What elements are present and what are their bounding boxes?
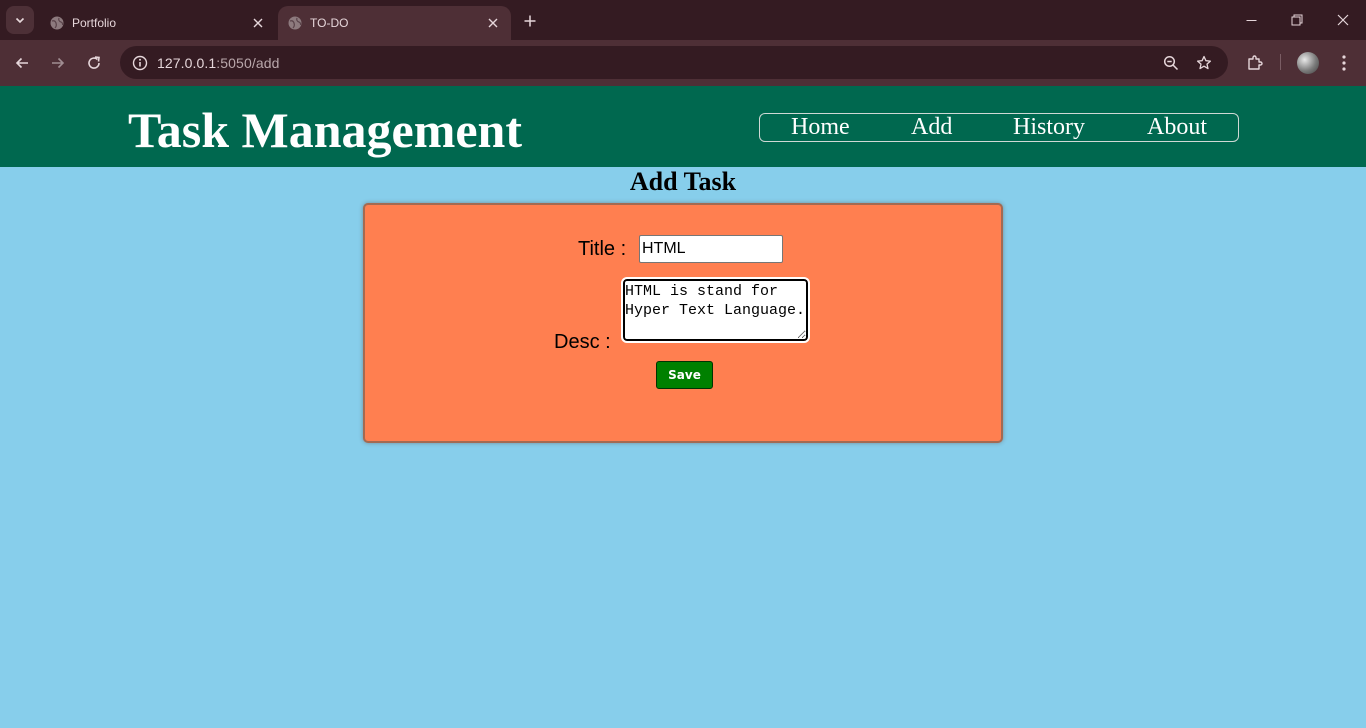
tab-list-button[interactable]	[6, 6, 34, 34]
tab-portfolio[interactable]: Portfolio	[40, 6, 276, 40]
minimize-button[interactable]	[1228, 0, 1274, 40]
desc-label: Desc :	[554, 331, 611, 353]
close-window-button[interactable]	[1320, 0, 1366, 40]
new-tab-button[interactable]	[519, 10, 541, 32]
zoom-button[interactable]	[1158, 50, 1184, 76]
browser-tab-bar: Portfolio TO-DO	[0, 0, 1366, 40]
toolbar-separator	[1280, 54, 1281, 70]
extensions-button[interactable]	[1243, 51, 1267, 75]
avatar[interactable]	[1297, 52, 1319, 74]
restore-button[interactable]	[1274, 0, 1320, 40]
menu-icon	[1342, 55, 1346, 71]
title-input[interactable]	[639, 235, 783, 263]
url-text: 127.0.0.1:5050/add	[157, 55, 279, 71]
add-task-form: Title : Desc : HTML is stand for Hyper T…	[363, 203, 1003, 443]
info-icon	[132, 55, 148, 71]
back-icon	[15, 57, 28, 69]
tab-title: Portfolio	[72, 16, 117, 30]
close-icon[interactable]	[483, 13, 503, 33]
tab-todo[interactable]: TO-DO	[278, 6, 511, 40]
plus-icon	[524, 15, 536, 27]
forward-button[interactable]	[46, 51, 70, 75]
address-bar[interactable]: 127.0.0.1:5050/add	[120, 46, 1228, 79]
chevron-down-icon	[15, 17, 25, 24]
restore-icon	[1291, 14, 1303, 26]
site-title: Task Management	[128, 102, 523, 158]
extensions-icon	[1248, 55, 1263, 70]
tab-title: TO-DO	[310, 16, 349, 30]
close-icon[interactable]	[248, 13, 268, 33]
nav-about[interactable]: About	[1147, 114, 1207, 141]
title-label: Title :	[578, 238, 627, 260]
close-icon	[1337, 14, 1349, 26]
zoom-icon	[1163, 55, 1179, 71]
desc-textarea[interactable]: HTML is stand for Hyper Text Language.	[621, 277, 810, 343]
url-path: :5050/add	[216, 55, 280, 71]
page-title: Add Task	[629, 167, 737, 196]
globe-icon	[50, 16, 64, 30]
back-button[interactable]	[10, 51, 34, 75]
nav-add[interactable]: Add	[911, 114, 952, 141]
minimize-icon	[1246, 19, 1256, 21]
url-host: 127.0.0.1	[157, 55, 217, 71]
site-info-button[interactable]	[128, 51, 152, 75]
reload-button[interactable]	[82, 51, 106, 75]
reload-icon	[88, 56, 100, 69]
main-nav: Home Add History About	[759, 113, 1239, 142]
globe-icon	[288, 16, 302, 30]
nav-history[interactable]: History	[1013, 114, 1085, 141]
nav-home[interactable]: Home	[791, 114, 850, 141]
bookmark-button[interactable]	[1191, 50, 1217, 76]
star-icon	[1196, 55, 1212, 70]
save-button[interactable]: Save	[656, 361, 713, 389]
forward-icon	[52, 57, 65, 69]
browser-menu-button[interactable]	[1332, 51, 1356, 75]
site-header: Task Management Home Add History About	[0, 86, 1366, 167]
